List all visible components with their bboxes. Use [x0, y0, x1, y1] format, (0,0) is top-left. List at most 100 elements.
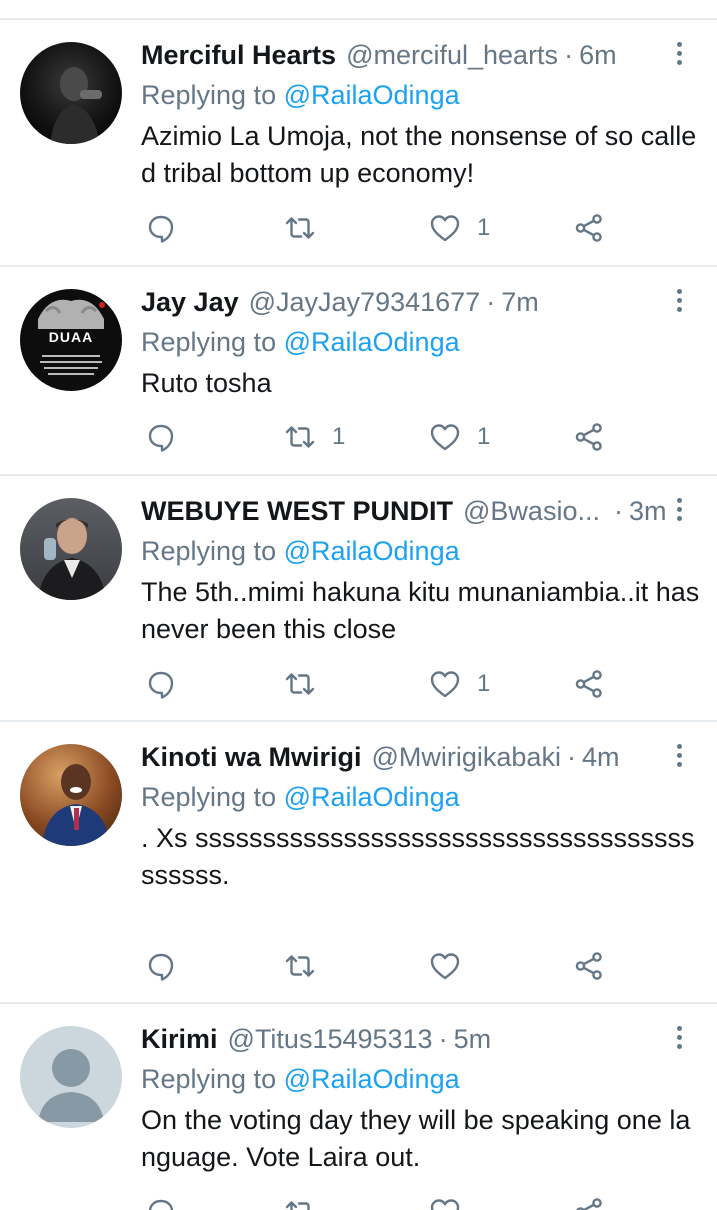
avatar[interactable]: [20, 744, 122, 846]
replying-to-label: Replying to: [141, 327, 284, 357]
mention-link[interactable]: @RailaOdinga: [284, 80, 460, 110]
mention-link[interactable]: @RailaOdinga: [284, 782, 460, 812]
more-options-icon[interactable]: [668, 1026, 690, 1052]
share-icon: [575, 670, 602, 698]
display-name[interactable]: WEBUYE WEST PUNDIT: [141, 496, 453, 527]
avatar[interactable]: [20, 42, 122, 144]
reply-icon: [148, 424, 174, 452]
retweet-button[interactable]: [284, 1194, 332, 1210]
action-bar: 1: [141, 666, 611, 702]
tweet-card[interactable]: Kinoti wa Mwirigi @Mwirigikabaki · 4m Re…: [0, 722, 717, 1004]
avatar[interactable]: DUAA: [20, 289, 122, 391]
retweet-icon: [285, 955, 315, 977]
separator-dot: ·: [486, 287, 496, 317]
separator-dot: ·: [613, 496, 623, 526]
tweet-card[interactable]: Merciful Hearts @merciful_hearts · 6m Re…: [0, 20, 717, 267]
retweet-icon: [285, 673, 315, 695]
user-handle[interactable]: @JayJay79341677: [249, 287, 481, 318]
heart-icon: [430, 215, 460, 242]
user-handle[interactable]: @merciful_hearts: [346, 40, 558, 71]
retweet-button[interactable]: [284, 210, 332, 246]
timestamp[interactable]: 5m: [454, 1024, 492, 1055]
tweet-card[interactable]: DUAA Jay Jay @JayJay79341677 · 7m Replyi…: [0, 267, 717, 476]
user-handle[interactable]: @Bwasio...: [463, 496, 600, 527]
timestamp[interactable]: 6m: [579, 40, 617, 71]
display-name[interactable]: Merciful Hearts: [141, 40, 336, 71]
mention-link[interactable]: @RailaOdinga: [284, 327, 460, 357]
share-icon: [575, 214, 602, 242]
tweet-header: Merciful Hearts @merciful_hearts · 6m: [141, 40, 617, 74]
user-handle[interactable]: @Titus15495313: [228, 1024, 433, 1055]
action-bar: [141, 948, 611, 984]
like-button[interactable]: [429, 1194, 477, 1210]
tweet-text: The 5th..mimi hakuna kitu munaniambia..i…: [141, 577, 700, 644]
heart-icon: [430, 953, 460, 980]
reply-icon: [148, 671, 174, 699]
retweet-count: 1: [332, 423, 346, 450]
separator-dot: ·: [438, 1024, 448, 1054]
reply-button[interactable]: [145, 948, 177, 984]
display-name[interactable]: Kinoti wa Mwirigi: [141, 742, 362, 773]
like-count: 1: [477, 214, 491, 241]
replying-to: Replying to @RailaOdinga: [141, 782, 460, 813]
share-button[interactable]: [573, 1194, 605, 1210]
separator-dot: ·: [566, 742, 576, 772]
retweet-icon: [285, 426, 315, 448]
tweet-card[interactable]: Kirimi @Titus15495313 · 5m Replying to @…: [0, 1004, 717, 1210]
tweet-header: WEBUYE WEST PUNDIT @Bwasio... · 3m: [141, 496, 666, 530]
more-options-icon[interactable]: [668, 42, 690, 68]
retweet-button[interactable]: [284, 666, 332, 702]
user-handle[interactable]: @Mwirigikabaki: [372, 742, 561, 773]
tweet-text: Ruto tosha: [141, 368, 272, 398]
replying-to-label: Replying to: [141, 1064, 284, 1094]
tweet-header: Jay Jay @JayJay79341677 · 7m: [141, 287, 539, 321]
separator-dot: ·: [564, 40, 574, 70]
share-button[interactable]: [573, 210, 605, 246]
display-name[interactable]: Jay Jay: [141, 287, 239, 318]
tweet-header: Kirimi @Titus15495313 · 5m: [141, 1024, 491, 1058]
more-options-icon[interactable]: [668, 744, 690, 770]
heart-icon: [430, 1199, 460, 1210]
retweet-button[interactable]: 1: [284, 419, 345, 455]
heart-icon: [430, 671, 460, 698]
timestamp[interactable]: 4m: [582, 742, 620, 773]
like-button[interactable]: 1: [429, 210, 490, 246]
timestamp[interactable]: 3m: [629, 496, 667, 527]
mention-link[interactable]: @RailaOdinga: [284, 536, 460, 566]
reply-button[interactable]: [145, 210, 177, 246]
reply-button[interactable]: [145, 419, 177, 455]
more-options-icon[interactable]: [668, 498, 690, 524]
reply-button[interactable]: [145, 1194, 177, 1210]
reply-button[interactable]: [145, 666, 177, 702]
tweet-text: . Xs sssssssssssssssssssssssssssssssssss…: [141, 823, 695, 890]
more-options-icon[interactable]: [668, 289, 690, 315]
mention-link[interactable]: @RailaOdinga: [284, 1064, 460, 1094]
timestamp[interactable]: 7m: [501, 287, 539, 318]
share-button[interactable]: [573, 666, 605, 702]
share-button[interactable]: [573, 419, 605, 455]
like-button[interactable]: [429, 948, 477, 984]
like-button[interactable]: 1: [429, 419, 490, 455]
share-icon: [575, 423, 602, 451]
replying-to: Replying to @RailaOdinga: [141, 536, 460, 567]
like-count: 1: [477, 670, 491, 697]
retweet-icon: [285, 217, 315, 239]
reply-icon: [148, 215, 174, 243]
tweet-text: On the voting day they will be speaking …: [141, 1105, 691, 1172]
replying-to: Replying to @RailaOdinga: [141, 1064, 460, 1095]
replying-to: Replying to @RailaOdinga: [141, 327, 460, 358]
tweet-card[interactable]: WEBUYE WEST PUNDIT @Bwasio... · 3m Reply…: [0, 476, 717, 722]
tweet-text: Azimio La Umoja, not the nonsense of so …: [141, 121, 697, 188]
share-icon: [576, 1198, 602, 1210]
replying-to-label: Replying to: [141, 80, 284, 110]
avatar[interactable]: [20, 1026, 122, 1128]
share-button[interactable]: [573, 948, 605, 984]
avatar[interactable]: [20, 498, 122, 600]
like-count: 1: [477, 423, 491, 450]
retweet-button[interactable]: [284, 948, 332, 984]
display-name[interactable]: Kirimi: [141, 1024, 218, 1055]
retweet-icon: [285, 1201, 310, 1210]
tweet-header: Kinoti wa Mwirigi @Mwirigikabaki · 4m: [141, 742, 619, 776]
replying-to: Replying to @RailaOdinga: [141, 80, 460, 111]
like-button[interactable]: 1: [429, 666, 490, 702]
